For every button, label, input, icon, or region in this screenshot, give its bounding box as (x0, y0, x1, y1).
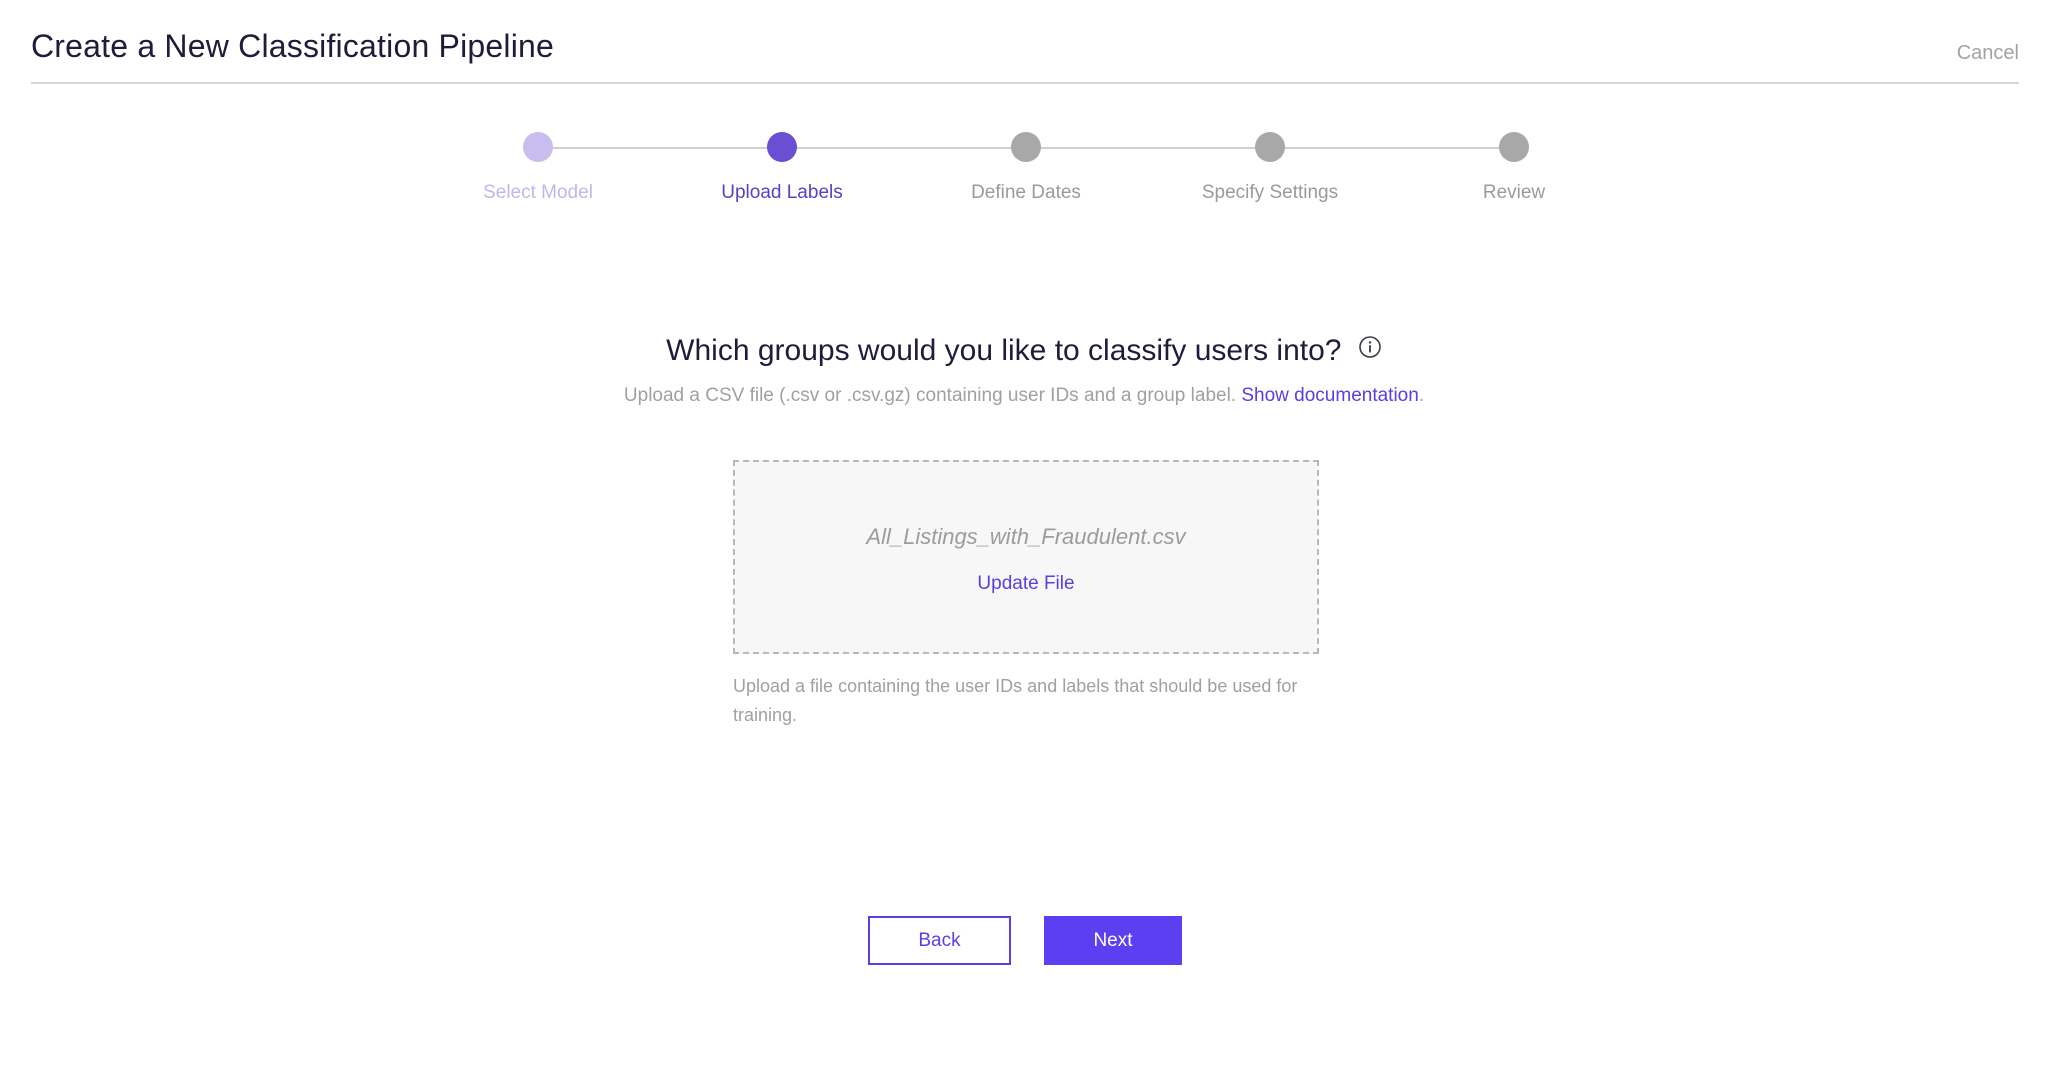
question-text: Which groups would you like to classify … (666, 334, 1342, 367)
step-label: Review (1482, 182, 1546, 203)
step-label: Select Model (483, 182, 593, 203)
uploaded-file-name: All_Listings_with_Fraudulent.csv (866, 524, 1186, 549)
back-button[interactable]: Back (868, 916, 1011, 965)
upload-instructions: Upload a CSV file (.csv or .csv.gz) cont… (0, 385, 2048, 407)
step-upload-labels[interactable]: Upload Labels (660, 130, 904, 204)
question-heading: Which groups would you like to classify … (0, 334, 2048, 368)
info-circle-icon[interactable] (1358, 333, 1382, 367)
step-label: Specify Settings (1201, 182, 1339, 203)
step-dot-pending (1499, 132, 1529, 162)
step-label: Define Dates (971, 182, 1081, 203)
show-documentation-link[interactable]: Show documentation (1241, 385, 1418, 406)
update-file-link[interactable]: Update File (735, 573, 1317, 595)
page-header: Create a New Classification Pipeline Can… (31, 0, 2019, 84)
step-label: Upload Labels (721, 182, 843, 203)
instructions-period: . (1418, 385, 1425, 406)
upload-helper-text: Upload a file containing the user IDs an… (733, 676, 1298, 725)
page-title: Create a New Classification Pipeline (31, 28, 554, 64)
step-define-dates[interactable]: Define Dates (904, 130, 1148, 204)
progress-stepper: Select Model Upload Labels Define Dates … (0, 130, 2048, 220)
step-dot-pending (1255, 132, 1285, 162)
instructions-text: Upload a CSV file (.csv or .csv.gz) cont… (623, 385, 1237, 406)
step-dot-completed (523, 132, 553, 162)
step-select-model[interactable]: Select Model (416, 130, 660, 204)
step-review[interactable]: Review (1392, 130, 1636, 204)
file-dropzone[interactable]: All_Listings_with_Fraudulent.csv Update … (733, 460, 1319, 654)
next-button[interactable]: Next (1044, 916, 1182, 965)
step-specify-settings[interactable]: Specify Settings (1148, 130, 1392, 204)
step-dot-active (767, 132, 797, 162)
cancel-link[interactable]: Cancel (1957, 42, 2019, 65)
step-dot-pending (1011, 132, 1041, 162)
